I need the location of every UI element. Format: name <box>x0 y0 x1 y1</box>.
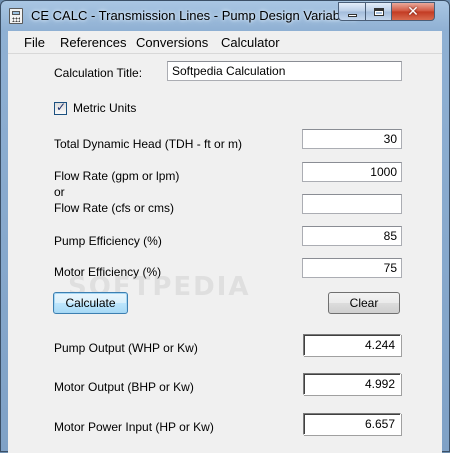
clear-button[interactable]: Clear <box>328 292 400 314</box>
window-title: CE CALC - Transmission Lines - Pump Desi… <box>31 8 357 23</box>
calculator-screen-glyph <box>12 11 20 15</box>
pump-output-label: Pump Output (WHP or Kw) <box>54 341 198 355</box>
motor-efficiency-input[interactable]: 75 <box>302 258 402 278</box>
calculate-button[interactable]: Calculate <box>53 292 128 314</box>
calculator-keys-glyph <box>12 17 20 22</box>
tdh-input[interactable]: 30 <box>302 129 402 149</box>
maximize-button[interactable] <box>365 2 391 21</box>
menu-file[interactable]: File <box>24 35 45 50</box>
metric-units-label[interactable]: Metric Units <box>73 101 136 115</box>
motor-power-input-label: Motor Power Input (HP or Kw) <box>54 420 214 434</box>
close-icon: ✕ <box>407 3 419 20</box>
calc-title-input[interactable]: Softpedia Calculation <box>167 61 402 81</box>
flow-rate-gpm-label: Flow Rate (gpm or lpm) <box>54 169 180 183</box>
app-window: CE CALC - Transmission Lines - Pump Desi… <box>0 0 450 453</box>
checkmark-icon: ✓ <box>56 100 67 114</box>
minimize-icon <box>347 13 357 17</box>
or-label: or <box>54 185 65 199</box>
form-panel: Calculation Title: Softpedia Calculation… <box>8 54 442 453</box>
motor-output-value: 4.992 <box>303 373 401 395</box>
title-bar[interactable]: CE CALC - Transmission Lines - Pump Desi… <box>1 1 449 31</box>
calc-title-label: Calculation Title: <box>54 66 143 80</box>
minimize-button[interactable] <box>338 2 365 21</box>
menu-calculator[interactable]: Calculator <box>221 35 280 50</box>
maximize-icon <box>373 7 384 16</box>
calculator-icon[interactable] <box>9 8 23 24</box>
tdh-label: Total Dynamic Head (TDH - ft or m) <box>54 137 243 151</box>
close-button[interactable]: ✕ <box>391 2 435 21</box>
menu-conversions[interactable]: Conversions <box>136 35 208 50</box>
metric-units-checkbox[interactable]: ✓ <box>54 100 67 115</box>
flow-rate-cfs-input[interactable] <box>302 194 402 214</box>
motor-output-label: Motor Output (BHP or Kw) <box>54 380 194 394</box>
pump-efficiency-input[interactable]: 85 <box>302 226 402 246</box>
motor-power-input-value: 6.657 <box>303 413 401 435</box>
menu-bar: File References Conversions Calculator <box>8 31 442 54</box>
menu-references[interactable]: References <box>60 35 126 50</box>
pump-output-value: 4.244 <box>303 334 401 356</box>
flow-rate-gpm-input[interactable]: 1000 <box>302 162 402 182</box>
flow-rate-cfs-label: Flow Rate (cfs or cms) <box>54 201 175 215</box>
pump-efficiency-label: Pump Efficiency (%) <box>54 234 162 248</box>
